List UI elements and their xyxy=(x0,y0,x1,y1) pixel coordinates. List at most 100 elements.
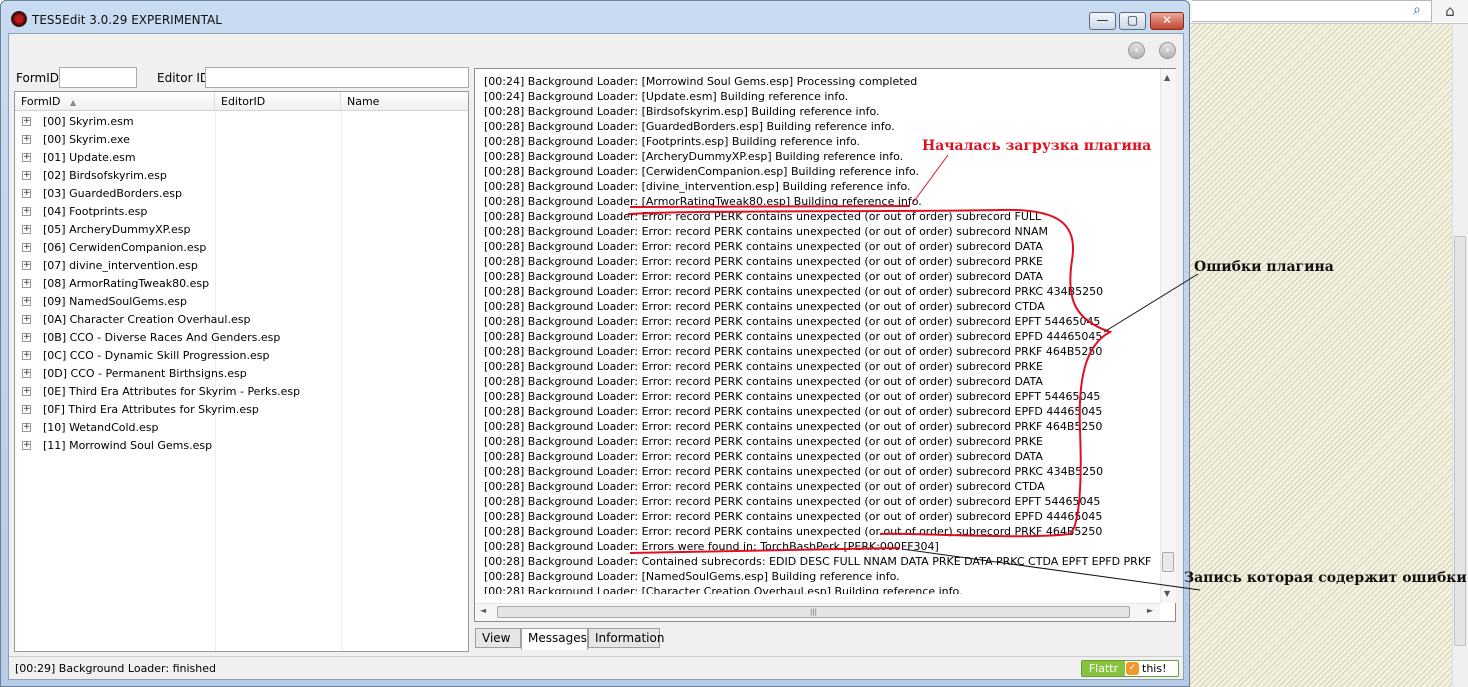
tree-item-label: [00] Skyrim.esm xyxy=(43,115,134,128)
expand-icon[interactable]: + xyxy=(22,153,31,162)
plugin-tree[interactable]: FormID ▲ EditorID Name + [00] Skyrim.esm +… xyxy=(14,91,469,652)
expand-icon[interactable]: + xyxy=(22,369,31,378)
tree-item-label: [0A] Character Creation Overhaul.esp xyxy=(43,313,251,326)
expand-icon[interactable]: + xyxy=(22,261,31,270)
tree-item[interactable]: + [0C] CCO - Dynamic Skill Progression.es… xyxy=(15,347,468,365)
message-line: [00:24] Background Loader: [Update.esm] … xyxy=(484,90,849,103)
message-line: [00:28] Background Loader: Error: record… xyxy=(484,375,1043,388)
expand-icon[interactable]: + xyxy=(22,333,31,342)
message-line: [00:28] Background Loader: Error: record… xyxy=(484,255,1043,268)
message-line: [00:28] Background Loader: [GuardedBorde… xyxy=(484,120,895,133)
message-line: [00:28] Background Loader: Error: record… xyxy=(484,315,1101,328)
tree-item[interactable]: + [0B] CCO - Diverse Races And Genders.es… xyxy=(15,329,468,347)
tab-messages[interactable]: Messages xyxy=(521,628,588,650)
column-formid-label: FormID xyxy=(21,95,61,108)
expand-icon[interactable]: + xyxy=(22,387,31,396)
expand-icon[interactable]: + xyxy=(22,297,31,306)
expand-icon[interactable]: + xyxy=(22,207,31,216)
vertical-scroll-thumb[interactable] xyxy=(1162,552,1174,572)
tree-item[interactable]: + [03] GuardedBorders.esp xyxy=(15,185,468,203)
tree-item[interactable]: + [05] ArcheryDummyXP.esp xyxy=(15,221,468,239)
maximize-button[interactable]: ▢ xyxy=(1119,12,1146,30)
status-bar: [00:29] Background Loader: finished Flat… xyxy=(9,656,1183,679)
message-line: [00:28] Background Loader: Error: record… xyxy=(484,330,1103,343)
search-icon[interactable]: ⌕ xyxy=(1409,2,1425,18)
expand-icon[interactable]: + xyxy=(22,243,31,252)
tree-item-label: [06] CerwidenCompanion.esp xyxy=(43,241,207,254)
message-line: [00:28] Background Loader: Error: record… xyxy=(484,525,1103,538)
home-icon[interactable]: ⌂ xyxy=(1441,2,1459,20)
message-line: [00:28] Background Loader: [Birdsofskyri… xyxy=(484,105,880,118)
tree-item-label: [0D] CCO - Permanent Birthsigns.esp xyxy=(43,367,247,380)
tree-item[interactable]: + [00] Skyrim.esm xyxy=(15,113,468,131)
tree-item[interactable]: + [02] Birdsofskyrim.esp xyxy=(15,167,468,185)
expand-icon[interactable]: + xyxy=(22,189,31,198)
expand-icon[interactable]: + xyxy=(22,225,31,234)
tree-item[interactable]: + [01] Update.esm xyxy=(15,149,468,167)
tree-item[interactable]: + [10] WetandCold.esp xyxy=(15,419,468,437)
formid-input[interactable] xyxy=(59,67,137,88)
expand-icon[interactable]: + xyxy=(22,405,31,414)
tree-item[interactable]: + [0A] Character Creation Overhaul.esp xyxy=(15,311,468,329)
message-line: [00:28] Background Loader: Error: record… xyxy=(484,390,1101,403)
editorid-label: Editor ID xyxy=(157,71,210,85)
message-line: [00:24] Background Loader: [Morrowind So… xyxy=(484,75,918,88)
tree-item[interactable]: + [06] CerwidenCompanion.esp xyxy=(15,239,468,257)
scroll-up-icon[interactable]: ▲ xyxy=(1164,73,1170,82)
back-button[interactable]: ‹ xyxy=(1128,42,1145,59)
expand-icon[interactable]: + xyxy=(22,171,31,180)
tree-item-label: [08] ArmorRatingTweak80.esp xyxy=(43,277,210,290)
expand-icon[interactable]: + xyxy=(22,441,31,450)
forward-button[interactable]: › xyxy=(1159,42,1176,59)
tree-item-label: [00] Skyrim.exe xyxy=(43,133,130,146)
message-line: [00:28] Background Loader: [Character Cr… xyxy=(484,585,963,594)
horizontal-scroll-thumb[interactable]: ||| xyxy=(497,606,1130,618)
close-button[interactable]: ✕ xyxy=(1150,12,1184,30)
tree-item[interactable]: + [0D] CCO - Permanent Birthsigns.esp xyxy=(15,365,468,383)
column-formid[interactable]: FormID ▲ xyxy=(15,92,215,111)
annotation-plugin-load-start: Началась загрузка плагина xyxy=(922,138,1152,154)
tree-item-label: [05] ArcheryDummyXP.esp xyxy=(43,223,191,236)
title-bar[interactable]: TES5Edit 3.0.29 EXPERIMENTAL — ▢ ✕ xyxy=(1,1,1189,31)
column-editorid[interactable]: EditorID xyxy=(215,92,341,111)
expand-icon[interactable]: + xyxy=(22,135,31,144)
tree-item-label: [0C] CCO - Dynamic Skill Progression.esp xyxy=(43,349,270,362)
message-line: [00:28] Background Loader: Error: record… xyxy=(484,345,1103,358)
tree-item[interactable]: + [08] ArmorRatingTweak80.esp xyxy=(15,275,468,293)
message-line: [00:28] Background Loader: Error: record… xyxy=(484,435,1043,448)
scroll-right-icon[interactable]: ► xyxy=(1147,606,1153,615)
minimize-button[interactable]: — xyxy=(1089,12,1116,30)
client-area: ‹ › FormID Editor ID FormID ▲ EditorID N… xyxy=(8,33,1184,680)
expand-icon[interactable]: + xyxy=(22,117,31,126)
tree-item-label: [10] WetandCold.esp xyxy=(43,421,159,434)
expand-icon[interactable]: + xyxy=(22,423,31,432)
expand-icon[interactable]: + xyxy=(22,351,31,360)
message-line: [00:28] Background Loader: [CerwidenComp… xyxy=(484,165,920,178)
tree-item[interactable]: + [0E] Third Era Attributes for Skyrim - … xyxy=(15,383,468,401)
browser-search-input[interactable] xyxy=(1192,0,1432,22)
tab-information[interactable]: Information xyxy=(588,628,664,648)
message-line: [00:28] Background Loader: Error: record… xyxy=(484,465,1104,478)
flattr-suffix: this! xyxy=(1142,662,1167,675)
column-name[interactable]: Name xyxy=(341,92,468,111)
editorid-input[interactable] xyxy=(205,67,469,88)
scroll-down-icon[interactable]: ▼ xyxy=(1164,589,1170,598)
message-line: [00:28] Background Loader: Error: record… xyxy=(484,225,1048,238)
scroll-left-icon[interactable]: ◄ xyxy=(480,606,486,615)
tree-item[interactable]: + [11] Morrowind Soul Gems.esp xyxy=(15,437,468,455)
tab-view[interactable]: View xyxy=(475,628,521,648)
vertical-scrollbar[interactable] xyxy=(1160,69,1176,603)
tree-item[interactable]: + [07] divine_intervention.esp xyxy=(15,257,468,275)
expand-icon[interactable]: + xyxy=(22,279,31,288)
tree-item[interactable]: + [09] NamedSoulGems.esp xyxy=(15,293,468,311)
tree-item[interactable]: + [0F] Third Era Attributes for Skyrim.es… xyxy=(15,401,468,419)
tree-item[interactable]: + [00] Skyrim.exe xyxy=(15,131,468,149)
tree-item-label: [07] divine_intervention.esp xyxy=(43,259,198,272)
message-line: [00:28] Background Loader: Error: record… xyxy=(484,210,1042,223)
flattr-button[interactable]: Flattr ✓ this! xyxy=(1081,660,1179,677)
message-line: [00:28] Background Loader: Error: record… xyxy=(484,270,1043,283)
tree-item[interactable]: + [04] Footprints.esp xyxy=(15,203,468,221)
expand-icon[interactable]: + xyxy=(22,315,31,324)
message-line: [00:28] Background Loader: Error: record… xyxy=(484,405,1103,418)
message-line: [00:28] Background Loader: Error: record… xyxy=(484,450,1043,463)
